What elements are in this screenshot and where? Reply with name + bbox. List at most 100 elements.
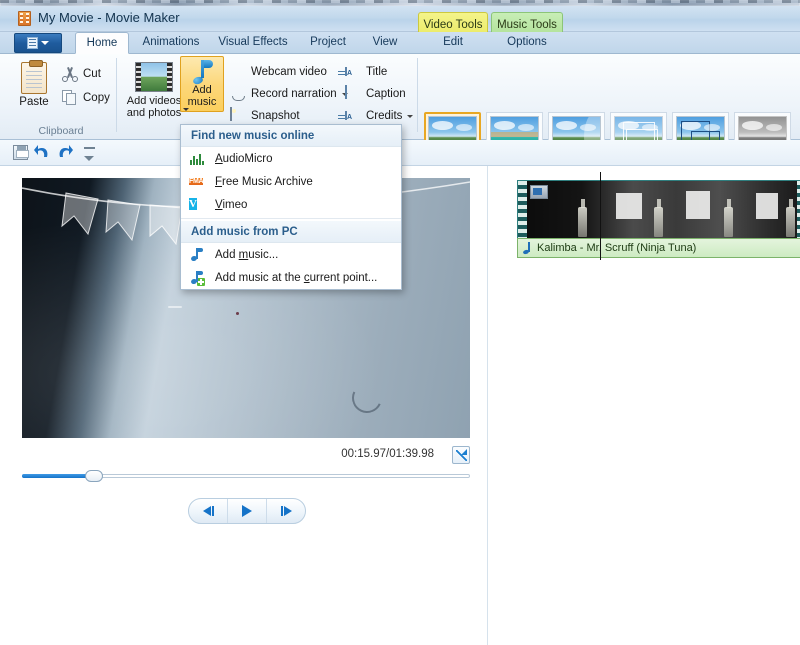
chevron-down-icon bbox=[41, 41, 49, 45]
snapshot-label: Snapshot bbox=[251, 110, 300, 122]
snapshot-icon bbox=[230, 108, 246, 124]
seek-bar[interactable] bbox=[22, 470, 470, 482]
timecode-display: 00:15.97/01:39.98 bbox=[341, 448, 434, 460]
seek-progress-fill bbox=[22, 474, 94, 478]
music-note-icon bbox=[189, 247, 205, 263]
clip-frame-detail bbox=[654, 207, 663, 237]
clip-frame-detail bbox=[786, 207, 795, 237]
group-divider bbox=[116, 58, 117, 132]
cut-label: Cut bbox=[83, 68, 101, 80]
window-title: My Movie - Movie Maker bbox=[38, 10, 180, 25]
menu-item-label: Add music... bbox=[215, 249, 278, 261]
menu-item-label: Vimeo bbox=[215, 199, 247, 211]
music-note-icon bbox=[523, 242, 532, 254]
webcam-icon bbox=[230, 64, 246, 80]
vimeo-icon: V bbox=[189, 197, 205, 213]
expand-arrow-icon bbox=[461, 449, 467, 455]
copy-button[interactable]: Copy bbox=[62, 88, 110, 108]
add-videos-label-line2: and photos bbox=[124, 107, 184, 119]
next-frame-icon bbox=[284, 506, 292, 516]
tab-options[interactable]: Options bbox=[491, 32, 563, 54]
credits-icon: A bbox=[345, 108, 361, 124]
fullscreen-button[interactable] bbox=[452, 446, 470, 464]
tab-visual-effects[interactable]: Visual Effects bbox=[211, 32, 295, 54]
tab-view[interactable]: View bbox=[361, 32, 409, 54]
save-icon bbox=[13, 145, 28, 160]
copy-icon bbox=[62, 90, 78, 106]
music-clip[interactable]: Kalimba - Mr. Scruff (Ninja Tuna) bbox=[517, 238, 800, 258]
caption-icon bbox=[345, 86, 361, 102]
audiomicro-icon bbox=[189, 151, 205, 167]
video-clip-thumbnail-strip[interactable] bbox=[517, 180, 800, 242]
menu-item-label: Add music at the current point... bbox=[215, 272, 377, 284]
menu-item-label: AudioMicro bbox=[215, 153, 273, 165]
add-videos-and-photos-button[interactable]: Add videos and photos bbox=[124, 60, 184, 128]
caption-label: Caption bbox=[366, 88, 406, 100]
title-label: Title bbox=[366, 66, 387, 78]
copy-label: Copy bbox=[83, 92, 110, 104]
seek-handle[interactable] bbox=[85, 470, 103, 482]
preview-detail-dash bbox=[168, 306, 182, 308]
snapshot-button[interactable]: Snapshot bbox=[230, 106, 300, 126]
redo-button[interactable] bbox=[56, 144, 76, 162]
clipboard-group-label: Clipboard bbox=[8, 125, 114, 137]
clip-frame-detail bbox=[756, 193, 778, 219]
add-music-label-line1: Add bbox=[181, 84, 223, 96]
cut-button[interactable]: Cut bbox=[62, 64, 101, 84]
paste-label: Paste bbox=[10, 96, 58, 108]
play-icon bbox=[242, 505, 252, 517]
tab-project[interactable]: Project bbox=[299, 32, 357, 54]
microphone-icon bbox=[230, 86, 246, 102]
chevron-down-icon bbox=[84, 156, 94, 161]
record-narration-button[interactable]: Record narration bbox=[230, 84, 348, 104]
next-frame-bar-icon bbox=[281, 506, 283, 516]
clip-frame-detail bbox=[578, 207, 587, 237]
save-project-button[interactable] bbox=[10, 144, 30, 162]
transport-controls bbox=[188, 498, 306, 524]
file-menu-button[interactable] bbox=[14, 33, 62, 53]
previous-frame-bar-icon bbox=[212, 506, 214, 516]
menu-item-free-music-archive[interactable]: FMA Free Music Archive bbox=[181, 170, 401, 193]
chevron-down-icon bbox=[407, 115, 413, 118]
music-note-icon bbox=[192, 60, 212, 84]
add-music-button[interactable]: Add music bbox=[180, 56, 224, 112]
menu-section-find-new-music-online: Find new music online bbox=[181, 125, 401, 147]
tab-animations[interactable]: Animations bbox=[133, 32, 209, 54]
webcam-label: Webcam video bbox=[251, 66, 327, 78]
clip-frame-detail bbox=[616, 193, 642, 219]
paste-button[interactable]: Paste bbox=[10, 58, 58, 130]
menu-item-add-music-at-current-point[interactable]: Add music at the current point... bbox=[181, 266, 401, 289]
credits-button[interactable]: A Credits bbox=[345, 106, 413, 126]
chevron-down-icon bbox=[183, 108, 189, 111]
title-button[interactable]: A Title bbox=[345, 62, 387, 82]
music-note-plus-icon bbox=[189, 270, 205, 286]
undo-button[interactable] bbox=[33, 144, 53, 162]
timeline-playhead[interactable] bbox=[600, 172, 601, 260]
preview-detail-swirl bbox=[348, 379, 386, 417]
document-icon bbox=[27, 37, 38, 49]
add-videos-label-line1: Add videos bbox=[124, 95, 184, 107]
menu-item-vimeo[interactable]: V Vimeo bbox=[181, 193, 401, 216]
previous-frame-icon bbox=[203, 506, 211, 516]
menu-item-add-music[interactable]: Add music... bbox=[181, 243, 401, 266]
caption-button[interactable]: Caption bbox=[345, 84, 406, 104]
add-music-label-line2: music bbox=[181, 96, 223, 111]
clip-frame-detail bbox=[724, 207, 733, 237]
scissors-icon bbox=[62, 66, 78, 82]
tab-home[interactable]: Home bbox=[75, 32, 129, 54]
clip-frame-detail bbox=[686, 191, 710, 219]
preview-detail-dot bbox=[236, 312, 239, 315]
play-button[interactable] bbox=[227, 499, 266, 523]
tab-edit[interactable]: Edit bbox=[418, 32, 488, 54]
add-music-dropdown-menu: Find new music online AudioMicro FMA Fre… bbox=[180, 124, 402, 290]
menu-item-label: Free Music Archive bbox=[215, 176, 313, 188]
customize-qat-button[interactable] bbox=[79, 144, 99, 162]
menu-item-audiomicro[interactable]: AudioMicro bbox=[181, 147, 401, 170]
previous-frame-button[interactable] bbox=[189, 499, 227, 523]
next-frame-button[interactable] bbox=[266, 499, 305, 523]
webcam-video-button[interactable]: Webcam video bbox=[230, 62, 327, 82]
photo-video-icon bbox=[135, 62, 173, 92]
free-music-archive-icon: FMA bbox=[189, 174, 205, 190]
undo-icon bbox=[33, 144, 49, 160]
clipboard-icon bbox=[21, 62, 47, 94]
